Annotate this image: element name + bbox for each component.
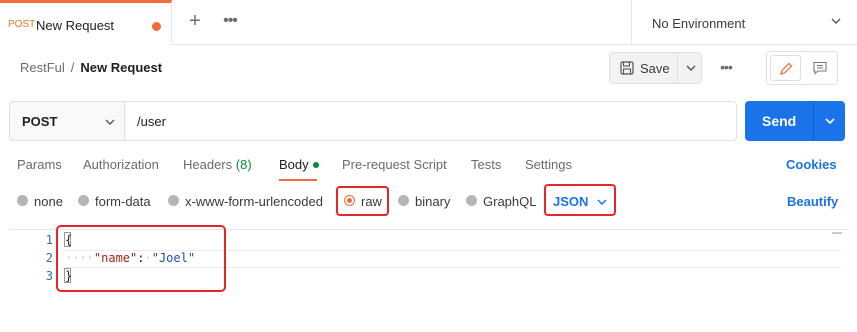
more-actions-icon[interactable]: ••• [716,58,736,78]
breadcrumb-separator: / [70,60,75,75]
beautify-link[interactable]: Beautify [787,194,838,209]
body-type-label: form-data [95,194,151,209]
new-tab-plus-icon[interactable]: + [185,11,205,31]
request-tab-method: POST [8,19,36,30]
environment-select[interactable]: No Environment [631,0,857,45]
tab-headers-label: Headers [183,157,233,172]
tab-authorization[interactable]: Authorization [83,157,159,172]
chevron-down-icon [597,199,607,206]
line-number: 1 [45,233,53,247]
url-input-value: /user [137,114,166,129]
edit-mode-button[interactable] [770,55,801,81]
method-select[interactable]: POST [10,102,125,140]
tab-options-more-icon[interactable]: ••• [220,12,240,32]
environment-label: No Environment [652,16,746,31]
url-input[interactable]: /user [126,102,736,140]
tab-params[interactable]: Params [17,157,62,172]
active-tab-underline [279,179,317,181]
method-select-value: POST [22,114,58,129]
breadcrumb-request[interactable]: New Request [80,60,162,75]
tab-body-label: Body [279,157,309,172]
tab-body[interactable]: Body [279,157,319,172]
chevron-down-icon [825,118,835,125]
view-mode-toggle [766,51,838,85]
radio-icon [17,195,28,206]
chevron-down-icon [105,119,115,125]
tab-settings[interactable]: Settings [525,157,572,172]
editor-scroll-handle[interactable] [832,232,842,234]
tab-headers-count: (8) [235,157,252,172]
radio-icon [78,195,89,206]
code-highlight-box [56,225,226,292]
comments-button[interactable] [807,55,835,81]
chevron-down-icon [686,65,696,71]
body-type-label: x-www-form-urlencoded [185,194,323,209]
request-tab[interactable]: POST New Request [0,0,172,45]
tab-headers[interactable]: Headers (8) [183,157,252,172]
body-type-label: GraphQL [483,194,537,209]
cookies-link[interactable]: Cookies [786,157,837,172]
comment-icon [813,61,827,75]
send-button[interactable]: Send [745,101,814,141]
chevron-down-icon [831,18,841,24]
body-type-label: none [34,194,63,209]
body-type-label: binary [415,194,451,209]
breadcrumb-collection[interactable]: RestFul [20,60,65,75]
language-select[interactable]: JSON [544,184,616,216]
language-select-value: JSON [553,194,589,209]
save-options-dropdown[interactable] [679,53,703,83]
body-indicator-dot-icon [312,161,319,168]
send-options-dropdown[interactable] [815,101,845,141]
tab-tests[interactable]: Tests [471,157,501,172]
radio-icon [466,195,477,206]
save-icon [620,61,634,75]
request-tab-title: New Request [36,18,115,33]
save-label: Save [640,61,670,76]
tab-bar: POST New Request + ••• No Environment [0,0,857,45]
breadcrumb: RestFul / New Request [20,60,162,75]
request-tabs: Params Authorization Headers (8) Body Pr… [0,150,857,181]
raw-highlight-box [336,186,389,216]
pencil-icon [780,62,793,75]
line-number: 3 [45,269,53,283]
radio-icon [398,195,409,206]
tab-pre-request-script[interactable]: Pre-request Script [342,157,447,172]
url-bar: POST /user [9,101,737,141]
send-button-group: Send [745,101,845,141]
line-number: 2 [45,251,53,265]
send-label: Send [762,113,797,129]
line-number-gutter: 1 2 3 [9,230,53,332]
radio-icon [168,195,179,206]
save-button[interactable]: Save [610,53,678,83]
unsaved-dot-icon [152,22,161,31]
save-button-group: Save [609,52,702,84]
